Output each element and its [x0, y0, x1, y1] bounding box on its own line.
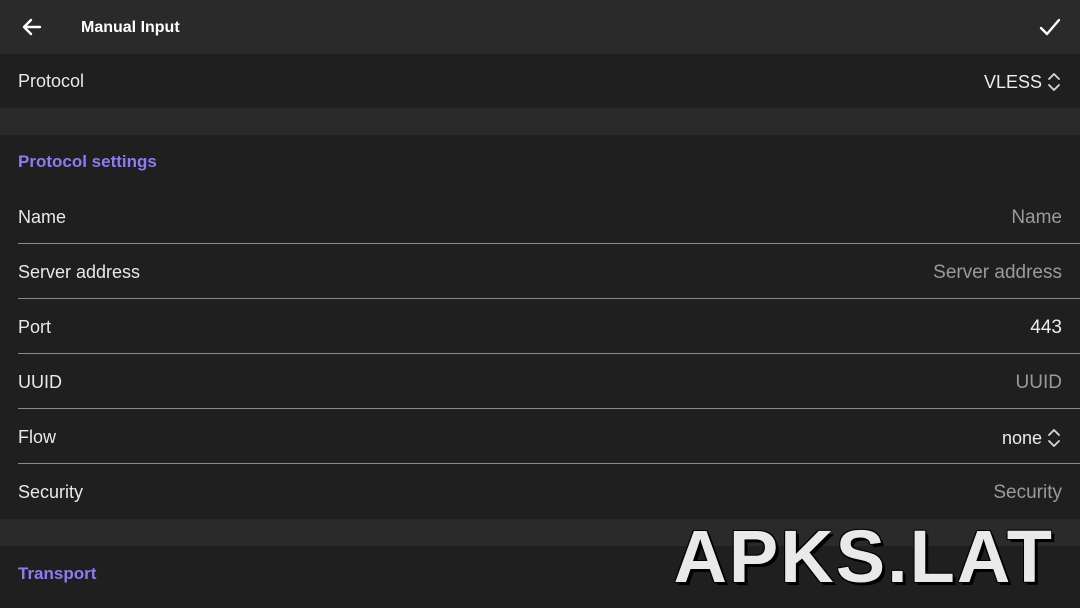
- section-gap: [0, 108, 1080, 135]
- page-title: Manual Input: [81, 19, 180, 36]
- watermark: APKS.LAT: [673, 515, 1054, 598]
- port-field[interactable]: 443: [1030, 300, 1062, 356]
- security-field-row[interactable]: Security Security: [0, 465, 1080, 519]
- arrow-back-icon: [22, 18, 42, 36]
- server-address-label: Server address: [18, 262, 141, 282]
- divider: [18, 243, 1080, 244]
- security-label: Security: [18, 482, 84, 502]
- divider: [18, 298, 1080, 299]
- protocol-select-row[interactable]: Protocol VLESS: [0, 54, 1080, 108]
- check-icon: [1039, 18, 1061, 36]
- app-bar: Manual Input: [0, 0, 1080, 54]
- divider: [18, 353, 1080, 354]
- flow-select-row[interactable]: Flow none: [0, 410, 1080, 464]
- divider: [18, 463, 1080, 464]
- port-field-row[interactable]: Port 443: [0, 300, 1080, 354]
- uuid-label: UUID: [18, 372, 62, 392]
- port-label: Port: [18, 317, 52, 337]
- back-button[interactable]: [10, 7, 54, 47]
- name-field-row[interactable]: Name Name: [0, 190, 1080, 244]
- confirm-button[interactable]: [1028, 7, 1072, 47]
- uuid-field[interactable]: UUID: [1016, 355, 1062, 411]
- protocol-label: Protocol: [18, 71, 85, 91]
- server-address-field-row[interactable]: Server address Server address: [0, 245, 1080, 299]
- flow-label: Flow: [18, 427, 57, 447]
- protocol-select[interactable]: VLESS: [984, 54, 1062, 110]
- security-field[interactable]: Security: [993, 465, 1062, 521]
- chevron-up-down-icon: [1048, 429, 1060, 447]
- name-label: Name: [18, 207, 67, 227]
- divider: [18, 408, 1080, 409]
- flow-select[interactable]: none: [1002, 410, 1062, 466]
- name-field[interactable]: Name: [1011, 190, 1062, 246]
- server-address-field[interactable]: Server address: [933, 245, 1062, 301]
- chevron-up-down-icon: [1048, 73, 1060, 91]
- transport-header: Transport: [18, 564, 97, 583]
- protocol-settings-header: Protocol settings: [18, 152, 157, 171]
- uuid-field-row[interactable]: UUID UUID: [0, 355, 1080, 409]
- flow-value: none: [1001, 428, 1042, 448]
- protocol-value: VLESS: [983, 72, 1042, 92]
